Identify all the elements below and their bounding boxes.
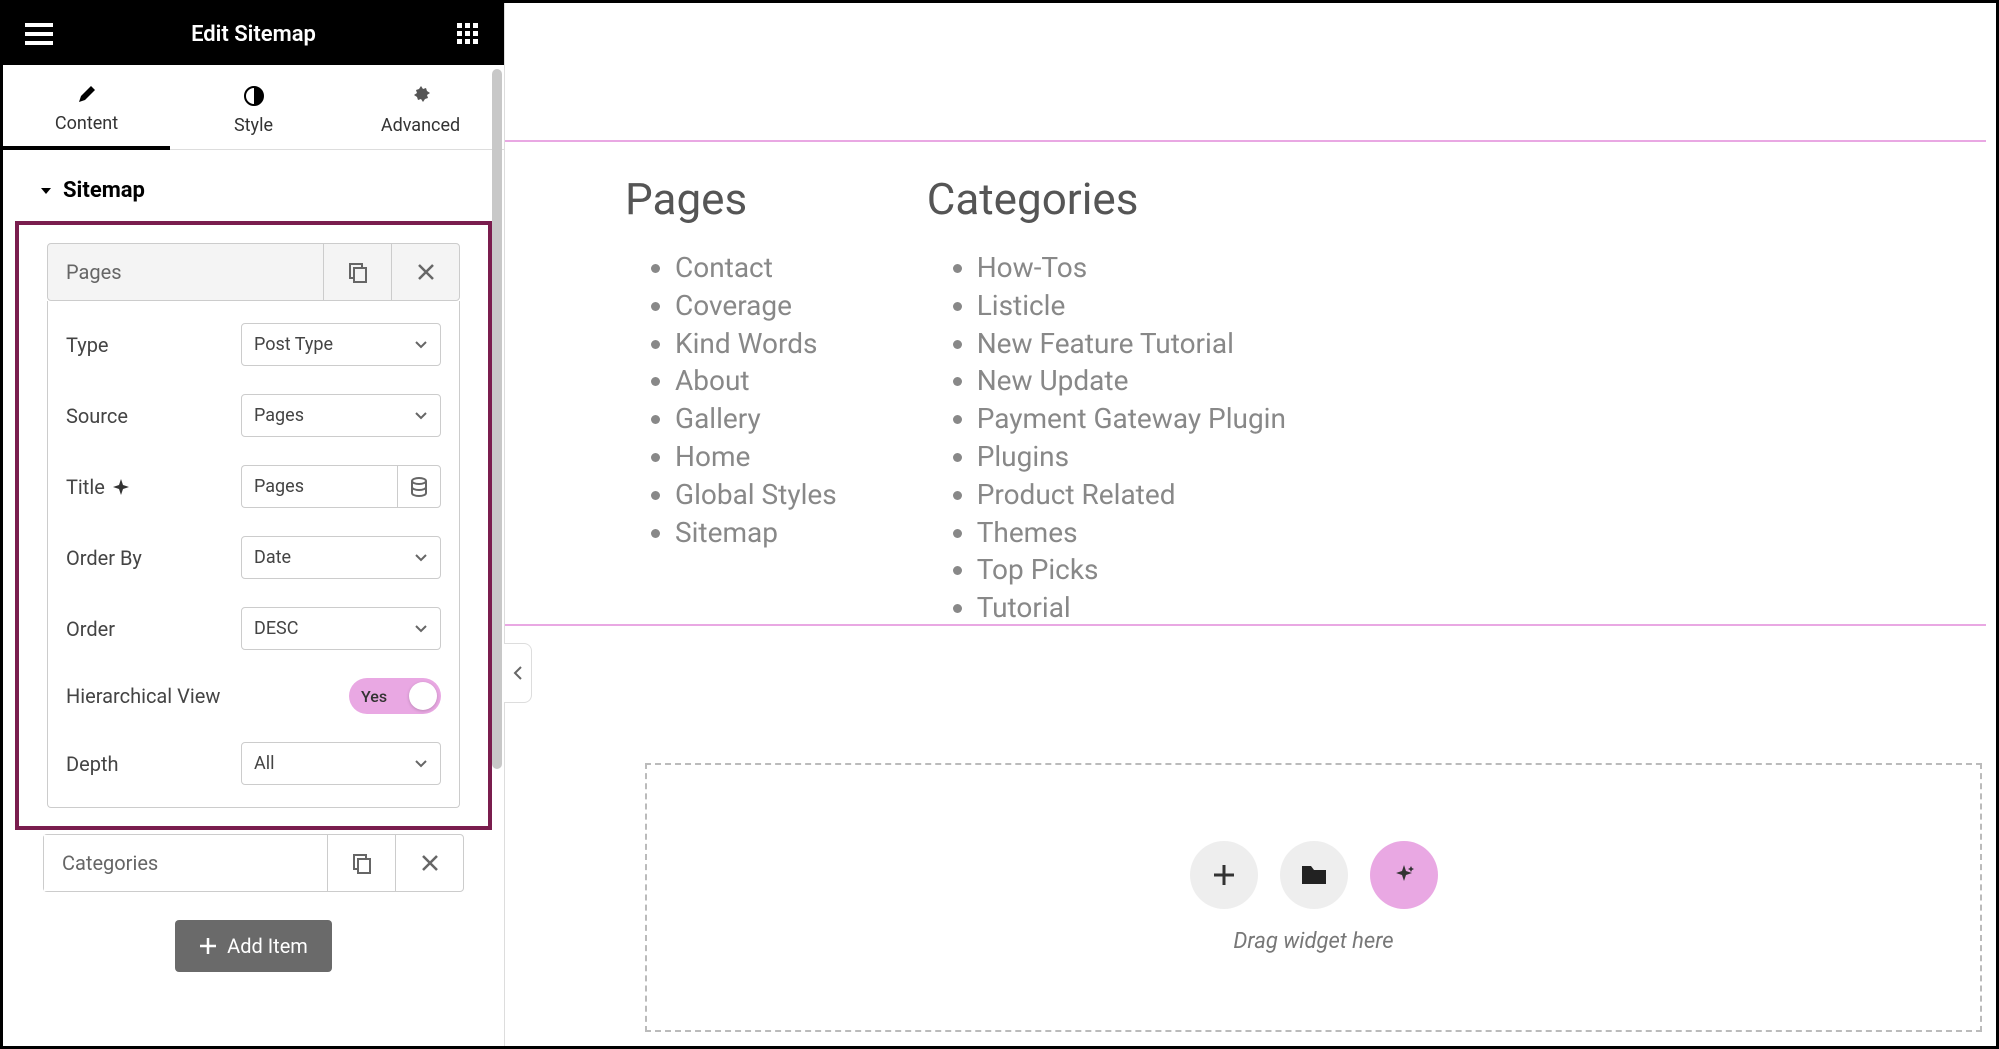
source-select[interactable]: Pages: [241, 394, 441, 437]
control-order: Order DESC: [48, 593, 459, 664]
depth-select[interactable]: All: [241, 742, 441, 785]
preview-canvas: Pages ContactCoverageKind WordsAboutGall…: [505, 3, 1996, 1046]
tab-label: Content: [55, 113, 118, 134]
caret-down-icon: [39, 184, 53, 198]
section-title: Sitemap: [63, 178, 145, 203]
panel-scroll: Sitemap Pages Type Post Type Source: [3, 150, 504, 1046]
ai-button[interactable]: [1370, 841, 1438, 909]
control-hierarchical: Hierarchical View Yes: [48, 664, 459, 728]
drop-actions: [1190, 841, 1438, 909]
chevron-left-icon: [512, 665, 524, 681]
duplicate-icon[interactable]: [327, 835, 395, 891]
control-type: Type Post Type: [48, 309, 459, 380]
label: Source: [66, 404, 241, 428]
scrollbar[interactable]: [490, 65, 504, 1046]
sidebar-title: Edit Sitemap: [191, 22, 316, 47]
chevron-down-icon: [414, 759, 428, 769]
control-orderby: Order By Date: [48, 522, 459, 593]
hamburger-icon[interactable]: [23, 18, 55, 50]
sidebar-header: Edit Sitemap: [3, 3, 504, 65]
label: Order By: [66, 546, 241, 570]
repeater-item-pages: Pages Type Post Type Source Pages: [15, 221, 492, 830]
add-item-button[interactable]: Add Item: [175, 920, 332, 972]
sparkle-icon: [1392, 863, 1416, 887]
chevron-down-icon: [414, 411, 428, 421]
contrast-icon: [243, 85, 265, 107]
label: Order: [66, 617, 241, 641]
repeater-title: Pages: [48, 244, 323, 300]
drop-zone[interactable]: Drag widget here: [645, 763, 1982, 1032]
label: Depth: [66, 752, 241, 776]
folder-icon: [1300, 864, 1328, 886]
repeater-title: Categories: [44, 835, 327, 891]
close-icon[interactable]: [395, 835, 463, 891]
repeater-item-categories[interactable]: Categories: [43, 834, 464, 892]
add-widget-button[interactable]: [1190, 841, 1258, 909]
label: Hierarchical View: [66, 684, 349, 708]
section-sitemap[interactable]: Sitemap: [11, 150, 496, 221]
plus-icon: [199, 937, 217, 955]
close-icon[interactable]: [391, 244, 459, 300]
folder-button[interactable]: [1280, 841, 1348, 909]
orderby-select[interactable]: Date: [241, 536, 441, 579]
hierarchical-toggle[interactable]: Yes: [349, 678, 441, 714]
apps-grid-icon[interactable]: [452, 18, 484, 50]
editor-tabs: Content Style Advanced: [3, 65, 504, 150]
tab-label: Style: [234, 115, 273, 136]
drop-text: Drag widget here: [1233, 929, 1393, 954]
tab-advanced[interactable]: Advanced: [337, 65, 504, 149]
pencil-icon: [76, 83, 98, 105]
dynamic-icon[interactable]: [397, 465, 441, 508]
gear-icon: [410, 85, 432, 107]
chevron-down-icon: [414, 340, 428, 350]
label: Title: [66, 475, 241, 499]
duplicate-icon[interactable]: [323, 244, 391, 300]
widget-selection: [505, 140, 1986, 626]
collapse-panel-handle[interactable]: [504, 643, 532, 703]
tab-style[interactable]: Style: [170, 65, 337, 149]
tab-label: Advanced: [381, 115, 460, 136]
sparkle-icon: [113, 479, 129, 495]
chevron-down-icon: [414, 553, 428, 563]
repeater-header[interactable]: Pages: [47, 243, 460, 301]
controls-list: Type Post Type Source Pages Title Order …: [47, 301, 460, 808]
control-depth: Depth All: [48, 728, 459, 799]
editor-sidebar: Edit Sitemap Content Style Advanced Site…: [3, 3, 505, 1046]
tab-content[interactable]: Content: [3, 65, 170, 150]
control-title: Title: [48, 451, 459, 522]
order-select[interactable]: DESC: [241, 607, 441, 650]
type-select[interactable]: Post Type: [241, 323, 441, 366]
plus-icon: [1211, 862, 1237, 888]
toggle-knob: [409, 682, 437, 710]
control-source: Source Pages: [48, 380, 459, 451]
chevron-down-icon: [414, 624, 428, 634]
label: Type: [66, 333, 241, 357]
title-input[interactable]: [241, 465, 397, 508]
scrollbar-thumb[interactable]: [492, 69, 502, 769]
